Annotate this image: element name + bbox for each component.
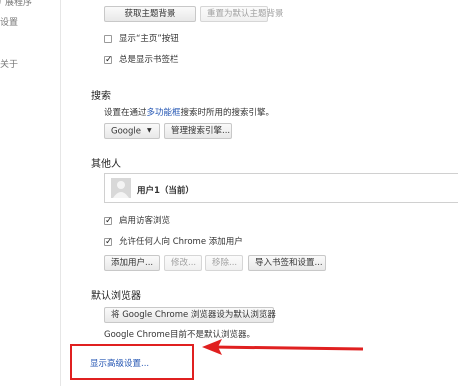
allow-add-user-checkbox[interactable]: ✓ bbox=[104, 238, 113, 247]
show-bookmarks-label: 总是显示书签栏 bbox=[119, 55, 179, 65]
get-theme-button[interactable]: 获取主题背景 bbox=[104, 6, 196, 22]
search-engine-select[interactable]: Google ▼ bbox=[104, 123, 160, 139]
sidebar-item-settings[interactable]: 设置 bbox=[0, 15, 18, 28]
annotation-highlight-box bbox=[70, 344, 194, 380]
add-user-button[interactable]: 添加用户... bbox=[104, 255, 160, 271]
chevron-down-icon: ▼ bbox=[146, 127, 152, 134]
set-default-browser-button[interactable]: 将 Google Chrome 浏览器设为默认浏览器 bbox=[104, 307, 276, 323]
sidebar-divider bbox=[60, 0, 61, 386]
avatar bbox=[111, 178, 131, 198]
annotation-arrow-icon bbox=[202, 339, 364, 355]
current-user-name: 用户1（当前） bbox=[137, 186, 194, 196]
user-list[interactable]: 用户1（当前） bbox=[104, 173, 458, 203]
show-home-label: 显示“主页”按钮 bbox=[119, 34, 179, 44]
default-browser-section-title: 默认浏览器 bbox=[91, 291, 141, 302]
omnibox-link[interactable]: 多功能框 bbox=[147, 108, 181, 118]
reset-theme-button[interactable]: 重置为默认主题背景 bbox=[200, 6, 284, 22]
people-section-title: 其他人 bbox=[91, 159, 121, 170]
import-bookmarks-button[interactable]: 导入书签和设置... bbox=[248, 255, 326, 271]
allow-add-user-label: 允许任何人向 Chrome 添加用户 bbox=[119, 237, 243, 247]
manage-search-engines-button[interactable]: 管理搜索引擎... bbox=[164, 123, 232, 139]
sidebar-item-about[interactable]: 关于 bbox=[0, 57, 18, 70]
search-description: 设置在通过多功能框搜索时所用的搜索引擎。 bbox=[104, 108, 275, 118]
search-section-title: 搜索 bbox=[91, 91, 111, 102]
guest-browsing-checkbox[interactable]: ✓ bbox=[104, 217, 113, 226]
show-home-checkbox[interactable] bbox=[104, 35, 112, 43]
sidebar-item-extensions[interactable]: 扩展程序 bbox=[0, 0, 32, 8]
show-bookmarks-checkbox[interactable]: ✓ bbox=[104, 56, 113, 65]
edit-user-button[interactable]: 修改... bbox=[164, 255, 202, 271]
remove-user-button[interactable]: 移除... bbox=[205, 255, 243, 271]
guest-browsing-label: 启用访客浏览 bbox=[119, 216, 171, 226]
